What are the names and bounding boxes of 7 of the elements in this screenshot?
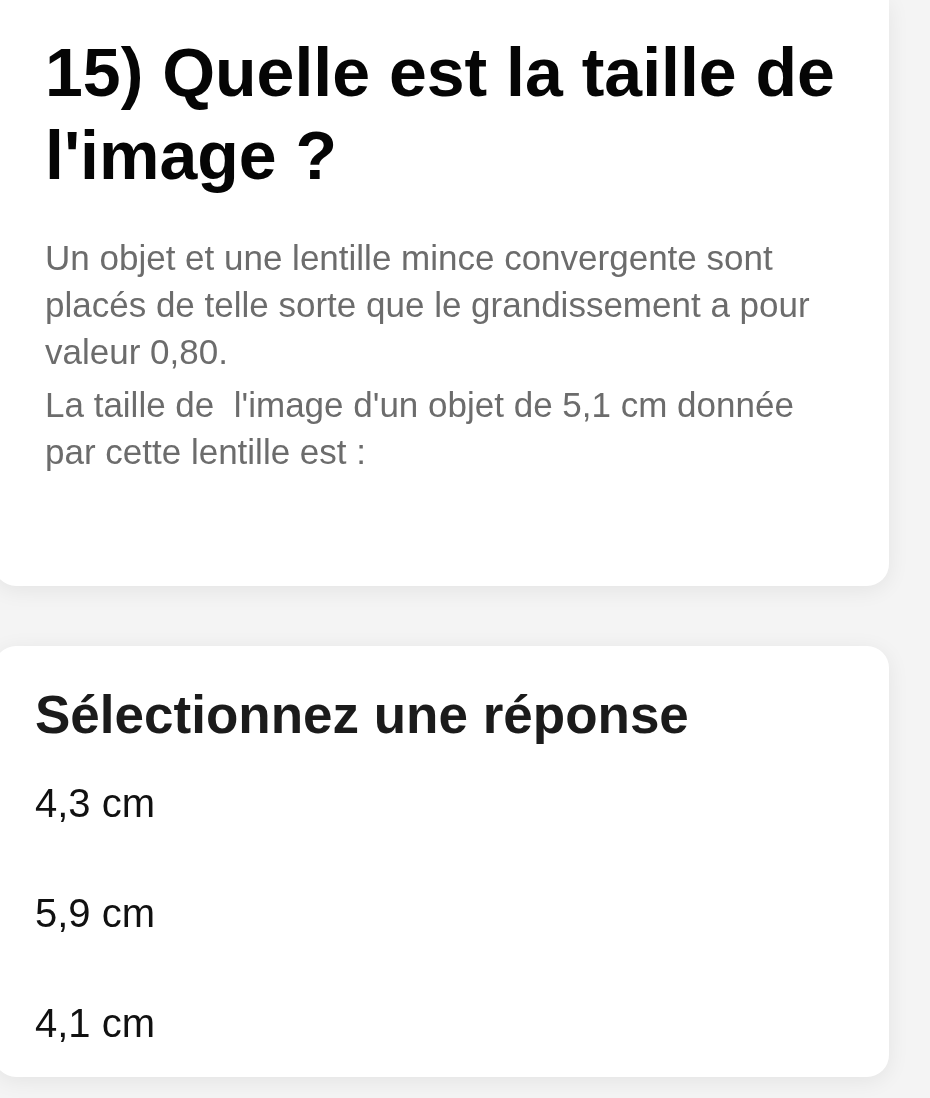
question-text: Un objet et une lentille mince convergente sont placés de telle sorte que le grandissement a pour valeur 0,80. <box>45 237 811 373</box>
answer-option[interactable]: 4,3 cm <box>35 780 156 826</box>
answer-heading: Sélectionnez une réponse <box>35 684 690 746</box>
question-text: La taille de l'image d'un objet de 5,1 cm donnée par cette lentille est : <box>45 384 795 473</box>
question-title: 15) Quelle est la taille de l'image ? <box>45 33 836 195</box>
answer-option[interactable]: 4,1 cm <box>35 1000 156 1046</box>
answer-option[interactable]: 5,9 cm <box>35 890 156 936</box>
